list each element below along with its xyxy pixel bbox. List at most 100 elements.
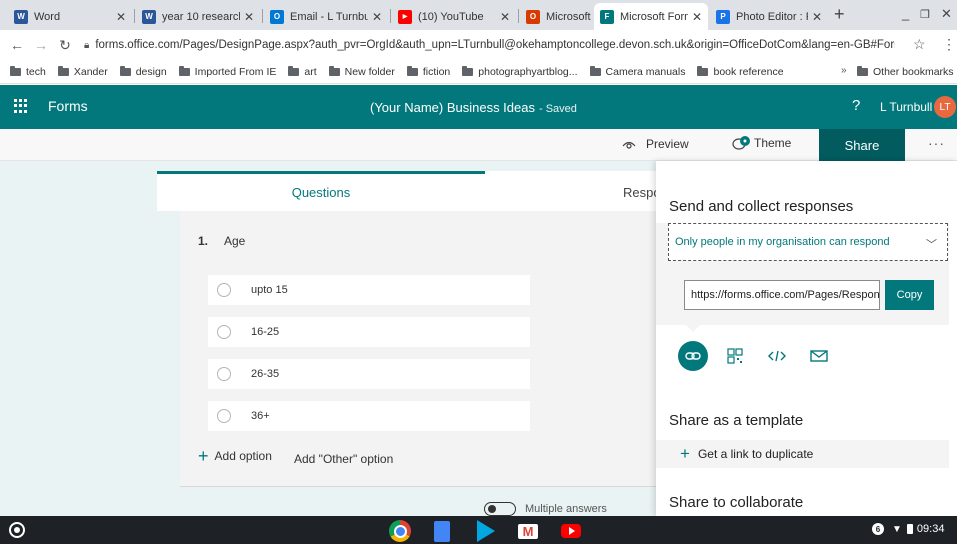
reload-icon[interactable]: ↻	[58, 37, 72, 54]
launcher-icon[interactable]	[9, 522, 25, 538]
lock-icon[interactable]: 🔒︎	[84, 40, 89, 51]
close-icon[interactable]: ✕	[116, 10, 126, 24]
chrome-icon[interactable]	[389, 520, 411, 542]
user-name[interactable]: L Turnbull	[880, 100, 932, 114]
play-store-icon[interactable]	[475, 520, 497, 542]
youtube-icon: ▶	[398, 9, 412, 24]
option-text[interactable]: 26-35	[251, 368, 279, 380]
browser-menu-icon[interactable]: ⋮	[942, 36, 956, 53]
tab-photo-editor[interactable]: P Photo Editor : P ✕	[710, 3, 828, 30]
option-row[interactable]: 16-25	[208, 317, 530, 347]
url-field[interactable]: forms.office.com/Pages/DesignPage.aspx?a…	[95, 39, 895, 51]
bookmark-xander[interactable]: Xander	[57, 65, 108, 78]
form-title: (Your Name) Business Ideas - Saved	[370, 100, 577, 115]
minimize-icon[interactable]: _	[902, 6, 909, 21]
close-icon[interactable]: ✕	[372, 10, 382, 24]
add-other-option-button[interactable]: Add "Other" option	[294, 452, 393, 466]
tab-year-10-research[interactable]: W year 10 research ✕	[136, 3, 260, 30]
option-row[interactable]: 36+	[208, 401, 530, 431]
tab-youtube[interactable]: ▶ (10) YouTube ✕	[392, 3, 516, 30]
forms-icon: F	[600, 9, 614, 24]
permission-value: Only people in my organisation can respo…	[675, 236, 890, 248]
new-tab-icon[interactable]: +	[834, 4, 845, 25]
option-text[interactable]: 16-25	[251, 326, 279, 338]
app-launcher-icon[interactable]	[14, 99, 28, 113]
share-template-heading: Share as a template	[669, 412, 804, 429]
link-icon[interactable]	[678, 341, 708, 371]
star-icon[interactable]: ☆	[913, 36, 926, 53]
permission-dropdown[interactable]: Only people in my organisation can respo…	[668, 223, 948, 261]
tab-separator	[262, 9, 263, 23]
notification-badge[interactable]: 6	[872, 523, 884, 535]
docs-icon[interactable]	[431, 520, 453, 542]
tab-email[interactable]: O Email - L Turnbu ✕	[264, 3, 388, 30]
other-bookmarks[interactable]: Other bookmarks	[857, 66, 954, 78]
qr-code-icon[interactable]	[720, 341, 750, 371]
help-icon[interactable]: ?	[852, 97, 860, 114]
close-icon[interactable]: ✕	[692, 10, 702, 24]
back-icon[interactable]: ←	[10, 37, 24, 53]
bookmarks-overflow-icon[interactable]: »	[841, 65, 847, 76]
palette-icon	[732, 136, 750, 150]
folder-icon	[288, 65, 300, 76]
folder-icon	[406, 65, 418, 76]
outlook-icon: O	[270, 9, 284, 24]
close-icon[interactable]: ✕	[812, 10, 822, 24]
close-icon[interactable]: ✕	[244, 10, 254, 24]
theme-button[interactable]: Theme	[732, 135, 791, 151]
folder-icon	[178, 65, 190, 76]
bookmarks-bar: tech Xander design Imported From IE art …	[0, 60, 957, 84]
folder-icon	[57, 65, 69, 76]
embed-icon[interactable]	[762, 341, 792, 371]
share-link-field[interactable]: https://forms.office.com/Pages/ResponseP…	[684, 280, 880, 310]
duplicate-link-button[interactable]: + Get a link to duplicate	[656, 440, 949, 468]
more-options-icon[interactable]: ···	[928, 135, 945, 151]
radio-icon	[217, 283, 231, 297]
option-row[interactable]: 26-35	[208, 359, 530, 389]
bookmark-fiction[interactable]: fiction	[406, 65, 450, 78]
restore-icon[interactable]: ❐	[920, 8, 930, 21]
option-text[interactable]: 36+	[251, 410, 270, 422]
gmail-icon[interactable]: M	[517, 520, 539, 542]
bookmark-imported-from-ie[interactable]: Imported From IE	[178, 65, 276, 78]
email-icon[interactable]	[804, 341, 834, 371]
bookmark-art[interactable]: art	[288, 65, 317, 78]
bookmark-tech[interactable]: tech	[10, 65, 46, 78]
plus-icon: +	[198, 446, 209, 466]
question-card[interactable]: 1. Age upto 15 16-25 26-35 36+ + Add opt…	[180, 211, 660, 486]
youtube-app-icon[interactable]	[560, 520, 582, 542]
add-option-button[interactable]: + Add option	[198, 446, 272, 466]
forward-icon[interactable]: →	[34, 37, 48, 53]
bookmark-design[interactable]: design	[119, 65, 167, 78]
avatar[interactable]: LT	[934, 96, 956, 118]
close-icon[interactable]: ✕	[500, 10, 510, 24]
preview-button[interactable]: Preview	[622, 137, 689, 151]
system-tray[interactable]: 6 ▼ 09:34	[872, 523, 944, 535]
tab-separator	[134, 9, 135, 23]
option-text[interactable]: upto 15	[251, 284, 288, 296]
tab-label: year 10 research	[162, 10, 240, 23]
tab-responses[interactable]: Respo	[623, 185, 661, 200]
tab-label: Email - L Turnbu	[290, 10, 368, 23]
qr-glyph	[727, 348, 743, 364]
eye-icon	[622, 141, 636, 149]
tab-label: (10) YouTube	[418, 10, 484, 23]
question-title[interactable]: Age	[224, 234, 245, 248]
tab-questions[interactable]: Questions	[157, 171, 485, 211]
bookmark-photographyartblog[interactable]: photographyartblog...	[462, 65, 578, 78]
bookmark-new-folder[interactable]: New folder	[328, 65, 395, 78]
multiple-answers-toggle[interactable]	[484, 502, 516, 516]
app-name[interactable]: Forms	[48, 98, 88, 114]
tab-word[interactable]: W Word ✕	[8, 3, 132, 30]
copy-button[interactable]: Copy	[885, 280, 934, 310]
option-row[interactable]: upto 15	[208, 275, 530, 305]
word-icon: W	[14, 9, 28, 24]
tab-separator	[518, 9, 519, 23]
share-button[interactable]: Share	[819, 129, 905, 161]
close-window-icon[interactable]: ✕	[941, 6, 952, 22]
tab-microsoft-forms[interactable]: F Microsoft Form ✕	[594, 3, 708, 30]
bookmark-camera-manuals[interactable]: Camera manuals	[589, 65, 685, 78]
embed-glyph	[768, 350, 786, 362]
bookmark-book-reference[interactable]: book reference	[697, 65, 784, 78]
radio-icon	[217, 409, 231, 423]
